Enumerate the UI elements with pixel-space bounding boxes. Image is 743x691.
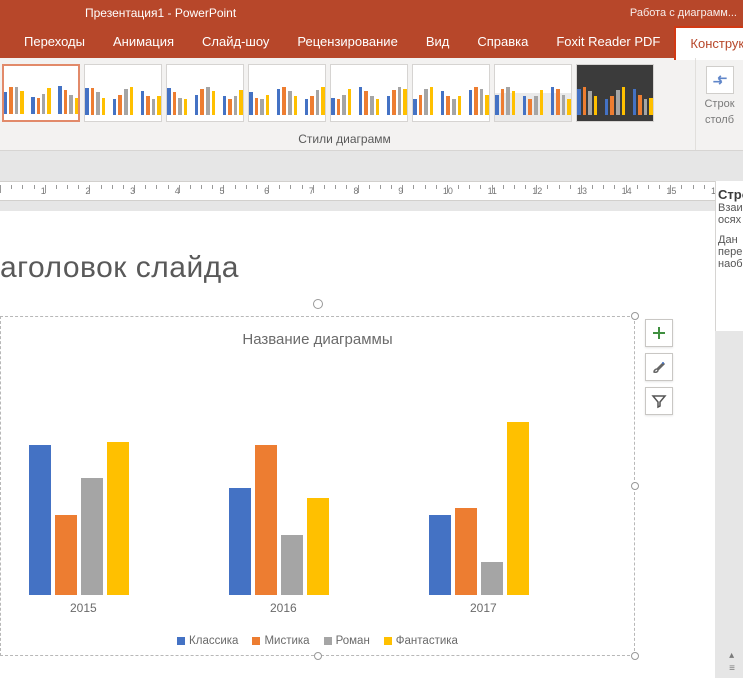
x-axis-label: 2016 (270, 601, 297, 615)
chart-object[interactable]: Название диаграммы 201520162017 Классика… (0, 316, 635, 656)
workspace: 12345678910111213141516 аголовок слайда … (0, 151, 743, 678)
legend-item[interactable]: Роман (324, 635, 370, 647)
bar-group[interactable] (429, 422, 529, 595)
slide-title-placeholder[interactable]: аголовок слайда (0, 251, 239, 285)
pane-text: Взаи (718, 202, 741, 214)
vertical-scroll-buttons[interactable]: ▴ ≡ (729, 650, 735, 674)
pane-title: Стро (718, 187, 741, 202)
bar[interactable] (307, 498, 329, 595)
chart-plot-area[interactable]: 201520162017 (15, 363, 620, 595)
ribbon-tabs: Переходы Анимация Слайд-шоу Рецензирован… (0, 25, 743, 58)
bar[interactable] (429, 515, 451, 595)
scroll-up-icon[interactable]: ▴ (729, 650, 735, 661)
slide-canvas[interactable]: аголовок слайда Название диаграммы 20152… (0, 211, 715, 691)
tab-design-constructor[interactable]: Конструктор (674, 26, 743, 60)
bar-group[interactable] (29, 442, 129, 595)
chart-style-thumbnail[interactable] (2, 64, 80, 122)
bar[interactable] (281, 535, 303, 595)
task-pane[interactable]: Стро Взаи осях Дан пере наоб (715, 181, 743, 331)
switch-row-column-group: Строк столб (695, 58, 743, 150)
pane-text: Дан (718, 234, 741, 246)
chart-styles-group: Стили диаграмм (0, 58, 695, 150)
horizontal-ruler: 12345678910111213141516 (0, 181, 715, 201)
bar[interactable] (229, 488, 251, 595)
chart-elements-button[interactable] (645, 319, 673, 347)
switch-row-column-button[interactable] (706, 66, 734, 94)
chart-style-thumbnail[interactable] (412, 64, 490, 122)
resize-handle[interactable] (631, 482, 639, 490)
plus-icon (651, 325, 667, 341)
x-axis-label: 2017 (470, 601, 497, 615)
resize-handle[interactable] (314, 652, 322, 660)
tab-transitions[interactable]: Переходы (10, 26, 99, 58)
bar[interactable] (455, 508, 477, 595)
bar[interactable] (81, 478, 103, 595)
chart-style-thumbnail[interactable] (166, 64, 244, 122)
funnel-icon (651, 393, 667, 409)
chart-style-thumbnail[interactable] (84, 64, 162, 122)
tab-view[interactable]: Вид (412, 26, 464, 58)
legend-item[interactable]: Мистика (252, 635, 309, 647)
tab-animations[interactable]: Анимация (99, 26, 188, 58)
swap-icon (710, 70, 730, 90)
resize-handle[interactable] (631, 652, 639, 660)
legend-item[interactable]: Классика (177, 635, 238, 647)
bar[interactable] (255, 445, 277, 595)
resize-handle[interactable] (631, 312, 639, 320)
bar[interactable] (107, 442, 129, 595)
ribbon: Стили диаграмм Строк столб (0, 58, 743, 151)
switch-label-1: Строк (704, 98, 734, 110)
chart-floating-buttons (645, 319, 673, 415)
document-title: Презентация1 - PowerPoint (85, 6, 236, 20)
legend-item[interactable]: Фантастика (384, 635, 458, 647)
title-bar: Презентация1 - PowerPoint Работа с диагр… (0, 0, 743, 25)
chart-style-thumbnail[interactable] (248, 64, 326, 122)
chart-title[interactable]: Название диаграммы (1, 331, 634, 348)
chart-filters-button[interactable] (645, 387, 673, 415)
chart-style-thumbnail[interactable] (576, 64, 654, 122)
tab-foxit[interactable]: Foxit Reader PDF (542, 26, 674, 58)
chart-styles-button[interactable] (645, 353, 673, 381)
pane-text: пере (718, 246, 741, 258)
pane-text: осях (718, 214, 741, 226)
bar[interactable] (507, 422, 529, 595)
x-axis-label: 2015 (70, 601, 97, 615)
bar[interactable] (481, 562, 503, 595)
ribbon-group-label: Стили диаграмм (0, 132, 689, 146)
contextual-tab-label: Работа с диаграмм... (630, 7, 737, 19)
bar-group[interactable] (229, 445, 329, 595)
bar[interactable] (29, 445, 51, 595)
brush-icon (651, 359, 667, 375)
tab-review[interactable]: Рецензирование (283, 26, 411, 58)
pane-text: наоб (718, 258, 741, 270)
chart-legend[interactable]: Классика Мистика Роман Фантастика (1, 635, 634, 647)
tab-help[interactable]: Справка (463, 26, 542, 58)
chart-style-thumbnail[interactable] (494, 64, 572, 122)
rotation-handle[interactable] (313, 299, 323, 309)
bar[interactable] (55, 515, 77, 595)
scroll-jump-icon[interactable]: ≡ (729, 663, 735, 674)
switch-label-2: столб (705, 114, 734, 126)
tab-slideshow[interactable]: Слайд-шоу (188, 26, 283, 58)
chart-style-thumbnail[interactable] (330, 64, 408, 122)
